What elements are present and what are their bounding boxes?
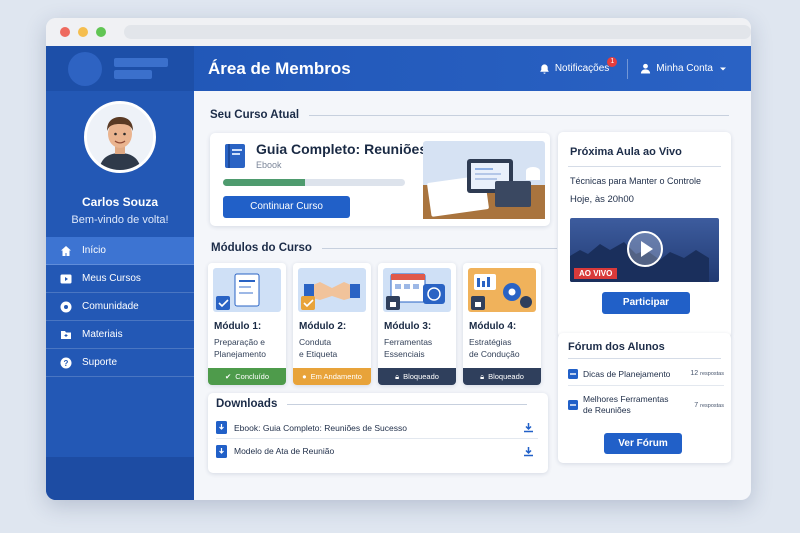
module-title: Conduta e Etiqueta	[299, 337, 338, 359]
folder-icon	[60, 329, 72, 341]
sidebar-item-label: Início	[82, 245, 106, 256]
modules-heading: Módulos do Curso	[211, 242, 557, 254]
module-3-image	[383, 268, 451, 312]
welcome-message: Bem-vindo de volta!	[71, 214, 169, 226]
downloads-card: Downloads Ebook: Guia Completo: Reuniões…	[208, 393, 548, 473]
topic-icon	[568, 400, 578, 410]
notifications-button[interactable]: Notificações 1	[539, 56, 618, 75]
sidebar-footer	[46, 457, 194, 500]
minimize-window-dot[interactable]	[78, 27, 88, 37]
check-icon: ✔	[224, 372, 232, 381]
course-progress-fill	[223, 179, 305, 186]
current-course-card: Guia Completo: Reuniões de Sucesso Ebook…	[210, 133, 550, 226]
document-icon	[216, 421, 227, 434]
module-number: Módulo 2:	[299, 321, 347, 332]
join-live-button[interactable]: Participar	[602, 292, 690, 314]
lock-icon: 🔒︎	[480, 371, 485, 381]
sidebar-item-label: Comunidade	[82, 301, 139, 312]
page-title: Área de Membros	[208, 58, 351, 78]
module-title: Estratégias de Condução	[469, 337, 520, 359]
book-icon	[225, 144, 245, 168]
user-name: Carlos Souza	[81, 195, 159, 209]
account-label: Minha Conta	[656, 63, 713, 74]
clock-icon: ●	[302, 372, 307, 381]
chevron-down-icon	[720, 67, 726, 70]
status-badge: ● Em Andamento	[293, 368, 371, 385]
live-badge: AO VIVO	[574, 268, 618, 279]
module-2-image	[298, 268, 366, 312]
download-icon[interactable]	[523, 446, 534, 457]
module-4-image	[468, 268, 536, 312]
topic-icon	[568, 368, 578, 379]
download-item[interactable]: Ebook: Guia Completo: Reuniões de Sucess…	[216, 417, 538, 439]
logo	[46, 46, 194, 91]
module-number: Módulo 4:	[469, 321, 517, 332]
module-card-3[interactable]: Módulo 3: Ferramentas Essenciais 🔒︎ Bloque…	[378, 263, 456, 385]
play-icon[interactable]	[626, 230, 664, 268]
address-bar[interactable]	[124, 25, 751, 39]
download-icon[interactable]	[523, 422, 534, 433]
account-menu[interactable]: Minha Conta	[640, 63, 727, 74]
status-badge: 🔒︎ Bloqueado	[463, 368, 541, 385]
browser-window: Área de Membros Notificações 1 Minha Con…	[46, 18, 751, 500]
module-card-2[interactable]: Módulo 2: Conduta e Etiqueta ● Em Andament…	[293, 263, 371, 385]
home-icon	[60, 245, 72, 257]
notifications-label: Notificações	[554, 63, 610, 74]
course-type: Ebook	[256, 160, 282, 170]
sidebar-nav: Início Meus Cursos Comunidade Materiais …	[46, 237, 194, 377]
forum-card: Fórum dos Alunos Dicas de Planejamento 1…	[558, 333, 731, 463]
maximize-window-dot[interactable]	[96, 27, 106, 37]
module-1-image	[213, 268, 281, 312]
sidebar-item-label: Suporte	[82, 357, 118, 368]
play-icon	[60, 273, 72, 285]
live-class-topic: Técnicas para Manter o Controle	[570, 176, 702, 186]
status-badge: 🔒︎ Bloqueado	[378, 368, 456, 385]
browser-chrome	[46, 18, 751, 46]
module-title: Ferramentas Essenciais	[384, 337, 433, 359]
forum-topic[interactable]: Dicas de Planejamento 12 respostas	[568, 362, 724, 386]
sidebar-item-label: Materiais	[82, 329, 123, 340]
sidebar: Carlos Souza Bem-vindo de volta! Início …	[46, 91, 194, 500]
document-icon	[216, 444, 227, 458]
module-card-4[interactable]: Módulo 4: Estratégias de Condução 🔒︎ Bloqu…	[463, 263, 541, 385]
lock-icon: 🔒︎	[395, 371, 400, 381]
sidebar-item-materiais[interactable]: Materiais	[46, 321, 194, 349]
svg-text:?: ?	[64, 359, 69, 368]
sidebar-item-inicio[interactable]: Início	[46, 237, 194, 265]
module-number: Módulo 3:	[384, 321, 432, 332]
course-progress-bar	[223, 179, 405, 186]
notifications-badge: 1	[607, 56, 618, 67]
sidebar-item-suporte[interactable]: ? Suporte	[46, 349, 194, 377]
bell-icon	[540, 63, 549, 74]
status-badge: ✔ Concluído	[208, 368, 286, 385]
continue-course-button[interactable]: Continuar Curso	[223, 196, 350, 218]
live-class-time: Hoje, às 20h00	[570, 194, 634, 205]
downloads-heading: Downloads	[216, 398, 528, 410]
help-icon: ?	[60, 357, 72, 369]
live-class-card: Próxima Aula ao Vivo Técnicas para Mante…	[558, 132, 731, 338]
close-window-dot[interactable]	[60, 27, 70, 37]
sidebar-item-meus-cursos[interactable]: Meus Cursos	[46, 265, 194, 293]
sidebar-item-label: Meus Cursos	[82, 273, 141, 284]
community-icon	[60, 301, 72, 313]
download-item[interactable]: Modelo de Ata de Reunião	[216, 440, 538, 462]
forum-title: Fórum dos Alunos	[568, 341, 665, 353]
sidebar-item-comunidade[interactable]: Comunidade	[46, 293, 194, 321]
user-icon	[641, 63, 651, 74]
top-bar: Área de Membros Notificações 1 Minha Con…	[46, 46, 751, 91]
course-illustration	[423, 141, 545, 219]
forum-topic[interactable]: Melhores Ferramentas de Reuniões 7 respos…	[568, 388, 724, 422]
avatar	[84, 101, 156, 173]
module-number: Módulo 1:	[214, 321, 262, 332]
live-video-thumbnail[interactable]: AO VIVO	[570, 218, 719, 282]
module-title: Preparação e Planejamento	[214, 337, 266, 359]
current-course-heading: Seu Curso Atual	[210, 109, 730, 121]
live-class-title: Próxima Aula ao Vivo	[570, 146, 682, 158]
view-forum-button[interactable]: Ver Fórum	[604, 433, 682, 454]
module-card-1[interactable]: Módulo 1: Preparação e Planejamento ✔ Conc…	[208, 263, 286, 385]
